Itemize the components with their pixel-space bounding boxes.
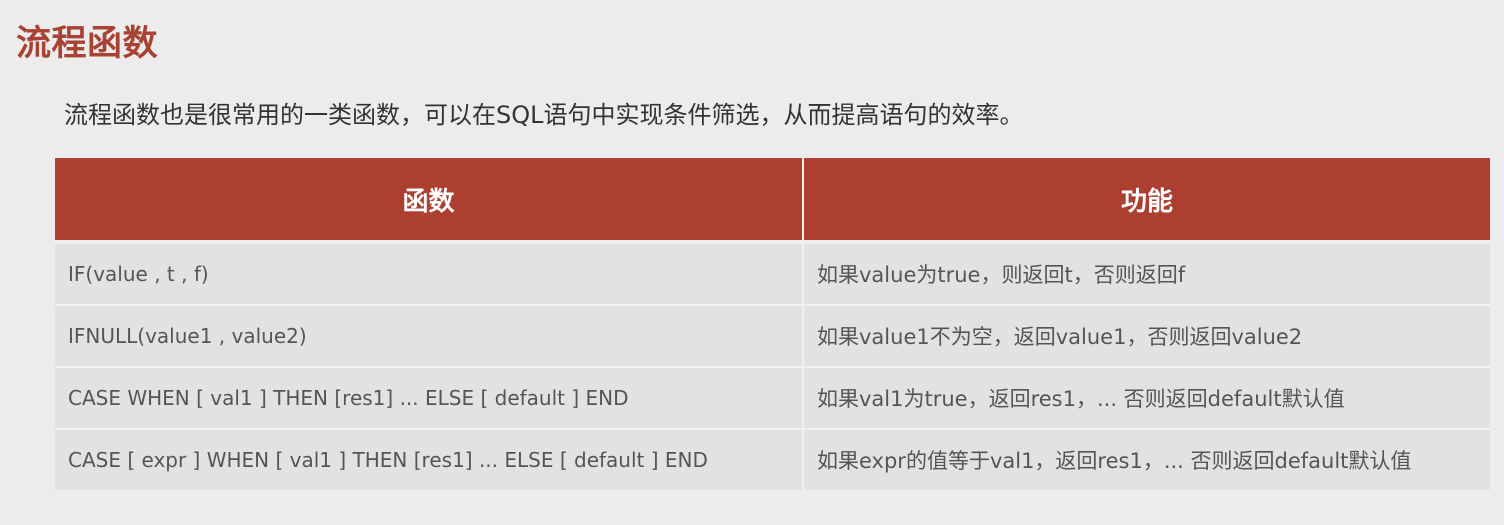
function-cell: CASE WHEN [ val1 ] THEN [res1] ... ELSE … [55, 367, 804, 430]
table-body: IF(value , t , f) 如果value为true，则返回t，否则返回… [55, 242, 1490, 490]
slide: 流程函数 流程函数也是很常用的一类函数，可以在SQL语句中实现条件筛选，从而提高… [0, 0, 1504, 525]
table-row: CASE WHEN [ val1 ] THEN [res1] ... ELSE … [55, 367, 1490, 430]
table-header: 函数 功能 [55, 158, 1490, 244]
header-function: 函数 [55, 158, 804, 244]
subtitle: 流程函数也是很常用的一类函数，可以在SQL语句中实现条件筛选，从而提高语句的效率… [64, 101, 1024, 129]
table-row: IF(value , t , f) 如果value为true，则返回t，否则返回… [55, 242, 1490, 306]
table-row: IFNULL(value1 , value2) 如果value1不为空，返回va… [55, 305, 1490, 368]
function-cell: IFNULL(value1 , value2) [55, 305, 804, 368]
header-description: 功能 [803, 158, 1490, 244]
function-cell: IF(value , t , f) [55, 242, 804, 306]
description-cell: 如果val1为true，返回res1，... 否则返回default默认值 [803, 367, 1490, 430]
function-cell: CASE [ expr ] WHEN [ val1 ] THEN [res1] … [55, 429, 804, 490]
header-row: 函数 功能 [55, 158, 1490, 244]
flow-function-table: 函数 功能 IF(value , t , f) 如果value为true，则返回… [55, 158, 1490, 490]
description-cell: 如果value1不为空，返回value1，否则返回value2 [803, 305, 1490, 368]
description-cell: 如果expr的值等于val1，返回res1，... 否则返回default默认值 [803, 429, 1490, 490]
table-row: CASE [ expr ] WHEN [ val1 ] THEN [res1] … [55, 429, 1490, 490]
description-cell: 如果value为true，则返回t，否则返回f [803, 242, 1490, 306]
function-table: 函数 功能 IF(value , t , f) 如果value为true，则返回… [55, 158, 1490, 492]
page-title: 流程函数 [16, 24, 159, 64]
